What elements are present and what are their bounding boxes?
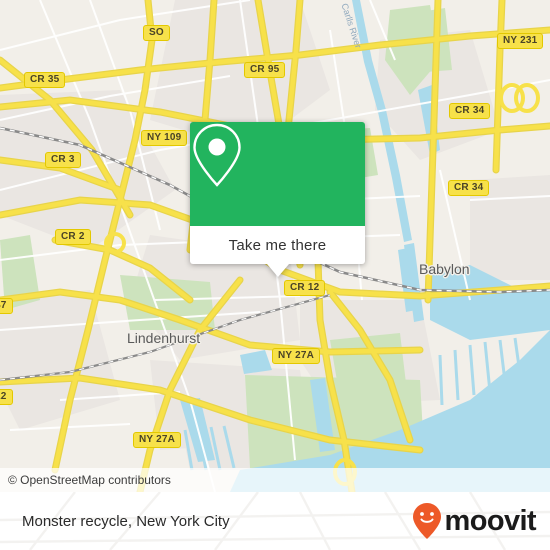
road-shield: SO <box>143 25 170 41</box>
popup-pointer <box>266 264 289 277</box>
location-popup-card[interactable]: Take me there <box>190 122 365 277</box>
moovit-pin-smiley-icon <box>412 503 441 539</box>
take-me-there-label: Take me there <box>228 236 327 254</box>
moovit-wordmark: moovit <box>444 504 537 537</box>
road-shield: NY 231 <box>497 33 544 49</box>
popup-action-area[interactable]: Take me there <box>190 226 365 264</box>
road-shield: NY 109 <box>141 130 188 146</box>
footer-place-title: Monster recycle, New York City <box>22 512 230 530</box>
road-shield: CR 2 <box>55 229 91 245</box>
map-pin-icon <box>193 123 241 187</box>
map-attribution: © OpenStreetMap contributors <box>0 468 550 492</box>
road-shield: CR 35 <box>24 72 66 88</box>
map-screenshot: SO CR 35 CR 95 NY 231 CR 34 CR 34 NY 109… <box>0 0 550 550</box>
map-canvas[interactable]: SO CR 35 CR 95 NY 231 CR 34 CR 34 NY 109… <box>0 0 550 492</box>
road-shield: 12 <box>0 389 13 405</box>
road-shield: CR 34 <box>449 103 491 119</box>
popup-pin-area <box>190 122 365 226</box>
attribution-text: © OpenStreetMap contributors <box>8 473 171 487</box>
place-label-babylon: Babylon <box>419 261 470 277</box>
road-shield: CR 34 <box>448 180 490 196</box>
road-shield: 47 <box>0 298 13 314</box>
road-shield: CR 12 <box>284 280 326 296</box>
road-shield: NY 27A <box>133 432 182 448</box>
road-shield: CR 3 <box>45 152 81 168</box>
road-shield: CR 95 <box>244 62 286 78</box>
moovit-logo[interactable]: moovit <box>412 492 537 550</box>
footer-bar: Monster recycle, New York City moovit <box>0 492 550 550</box>
road-shield: NY 27A <box>272 348 321 364</box>
place-label-lindenhurst: Lindenhurst <box>127 330 201 346</box>
